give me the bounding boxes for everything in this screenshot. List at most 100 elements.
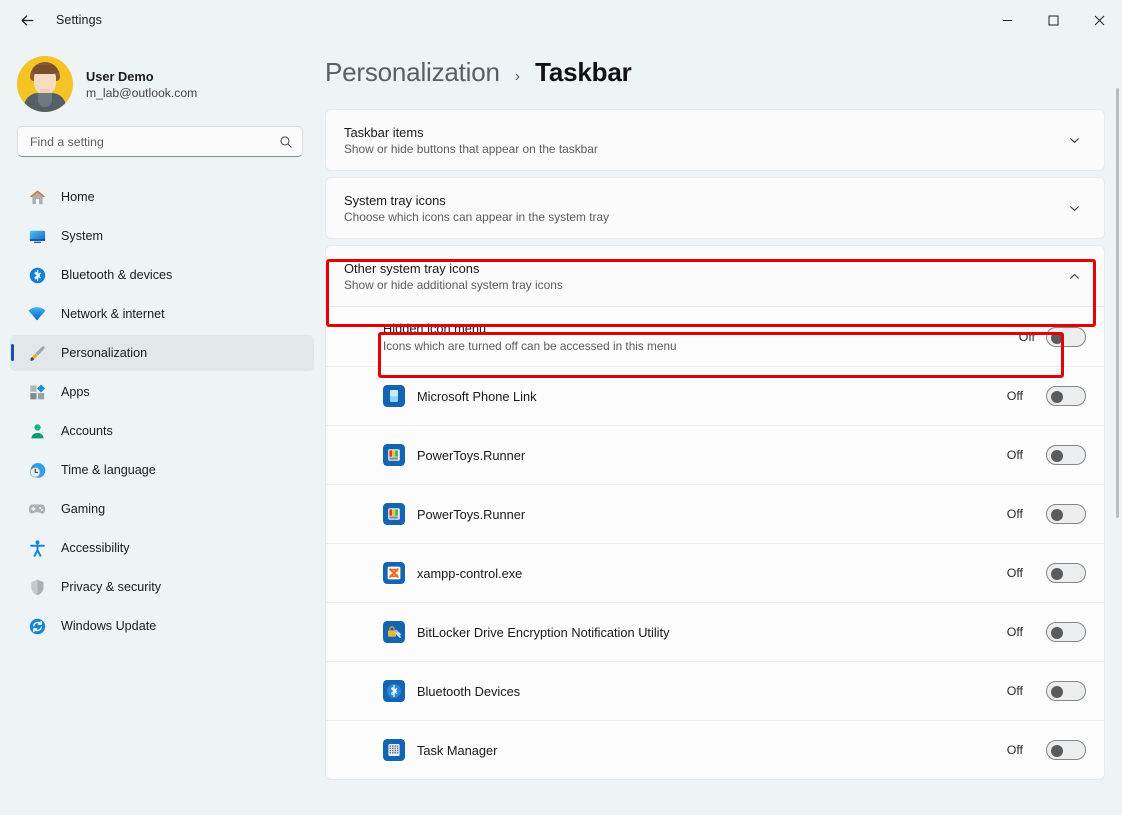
bitlocker-icon [383,621,405,643]
toggle-state-label: Off [1007,625,1023,639]
expander-other-system-tray-icons: Other system tray icons Show or hide add… [325,245,1105,780]
sidebar-item-label: Home [61,190,95,204]
toggle-app[interactable] [1046,445,1086,465]
page-title: Taskbar [535,57,631,88]
card-subtitle: Show or hide buttons that appear on the … [344,142,1062,156]
row-hidden-icon-menu[interactable]: Hidden icon menu Icons which are turned … [326,307,1104,366]
app-row[interactable]: PowerToys.Runner Off [326,425,1104,484]
app-row[interactable]: BitLocker Drive Encryption Notification … [326,602,1104,661]
home-icon [27,187,47,207]
gamepad-icon [27,499,47,519]
scrollbar-thumb[interactable] [1116,88,1119,518]
close-button[interactable] [1076,0,1122,40]
task-manager-icon [383,739,405,761]
app-row[interactable]: Microsoft Phone Link Off [326,366,1104,425]
breadcrumb: Personalization › Taskbar [325,40,1105,109]
chevron-down-icon[interactable] [1062,196,1086,220]
sidebar-item-home[interactable]: Home [10,179,314,215]
row-title: Hidden icon menu [383,321,1019,336]
window-body: User Demo m_lab@outlook.com [0,40,1122,815]
card-subtitle: Choose which icons can appear in the sys… [344,210,1062,224]
card-title: System tray icons [344,193,1062,208]
sidebar-item-gaming[interactable]: Gaming [10,491,314,527]
expander-subtitle: Show or hide additional system tray icon… [344,278,1062,292]
sidebar-item-windows-update[interactable]: Windows Update [10,608,314,644]
card-taskbar-items[interactable]: Taskbar items Show or hide buttons that … [325,109,1105,171]
sidebar-item-personalization[interactable]: Personalization [10,335,314,371]
sidebar-item-label: Bluetooth & devices [61,268,172,282]
account-email: m_lab@outlook.com [86,86,197,100]
minimize-button[interactable] [984,0,1030,40]
expander-header[interactable]: Other system tray icons Show or hide add… [325,245,1105,307]
sidebar-item-system[interactable]: System [10,218,314,254]
sidebar-item-accessibility[interactable]: Accessibility [10,530,314,566]
vertical-scrollbar[interactable] [1116,88,1119,815]
row-subtitle: Icons which are turned off can be access… [383,339,1019,353]
card-system-tray-icons[interactable]: System tray icons Choose which icons can… [325,177,1105,239]
sidebar-item-label: Personalization [61,346,147,360]
maximize-button[interactable] [1030,0,1076,40]
toggle-state-label: Off [1007,566,1023,580]
toggle-app[interactable] [1046,504,1086,524]
app-label: Task Manager [417,743,995,758]
app-row[interactable]: xampp-control.exe Off [326,543,1104,602]
sidebar-item-label: Windows Update [61,619,156,633]
settings-scroll-area: Personalization › Taskbar Taskbar items … [325,40,1122,815]
app-label: PowerToys.Runner [417,507,995,522]
shield-icon [27,577,47,597]
sidebar-item-label: Gaming [61,502,105,516]
app-row[interactable]: Bluetooth Devices Off [326,661,1104,720]
toggle-app[interactable] [1046,386,1086,406]
brush-icon [27,343,47,363]
toggle-app[interactable] [1046,740,1086,760]
app-row[interactable]: PowerToys.Runner Off [326,484,1104,543]
app-label: Bluetooth Devices [417,684,995,699]
apps-icon [27,382,47,402]
sidebar-item-apps[interactable]: Apps [10,374,314,410]
account-block[interactable]: User Demo m_lab@outlook.com [0,40,320,126]
powertoys-icon [383,503,405,525]
system-icon [27,226,47,246]
sidebar-item-label: Accessibility [61,541,130,555]
app-label: BitLocker Drive Encryption Notification … [417,625,995,640]
app-label: Microsoft Phone Link [417,389,995,404]
xampp-icon [383,562,405,584]
expander-body: Hidden icon menu Icons which are turned … [325,307,1105,780]
chevron-right-icon: › [515,68,520,86]
breadcrumb-parent[interactable]: Personalization [325,57,500,88]
clock-globe-icon [27,460,47,480]
search-box[interactable] [17,126,303,157]
sidebar-item-bluetooth-devices[interactable]: Bluetooth & devices [10,257,314,293]
accounts-icon [27,421,47,441]
sidebar-item-accounts[interactable]: Accounts [10,413,314,449]
app-row[interactable]: Task Manager Off [326,720,1104,779]
sidebar-item-label: Time & language [61,463,156,477]
back-arrow-icon[interactable] [10,3,44,37]
search-input[interactable] [30,135,279,149]
title-bar: Settings [0,0,1122,40]
powertoys-icon [383,444,405,466]
card-title: Taskbar items [344,125,1062,140]
bluetooth-icon [27,265,47,285]
sidebar-item-label: System [61,229,103,243]
window-controls [984,0,1122,40]
wifi-icon [27,304,47,324]
toggle-app[interactable] [1046,622,1086,642]
toggle-state-label: Off [1007,507,1023,521]
phone-link-icon [383,385,405,407]
sidebar-item-privacy-security[interactable]: Privacy & security [10,569,314,605]
toggle-hidden-icon-menu[interactable] [1046,327,1086,347]
toggle-app[interactable] [1046,563,1086,583]
chevron-down-icon[interactable] [1062,128,1086,152]
sidebar-item-time-language[interactable]: Time & language [10,452,314,488]
sidebar-nav: Home System [0,179,320,644]
toggle-app[interactable] [1046,681,1086,701]
toggle-state-label: Off [1007,448,1023,462]
sidebar-item-network-internet[interactable]: Network & internet [10,296,314,332]
chevron-up-icon[interactable] [1062,264,1086,288]
accessibility-icon [27,538,47,558]
avatar [17,56,73,112]
search-wrapper [0,126,320,157]
search-icon [279,135,293,149]
expander-title: Other system tray icons [344,261,1062,276]
